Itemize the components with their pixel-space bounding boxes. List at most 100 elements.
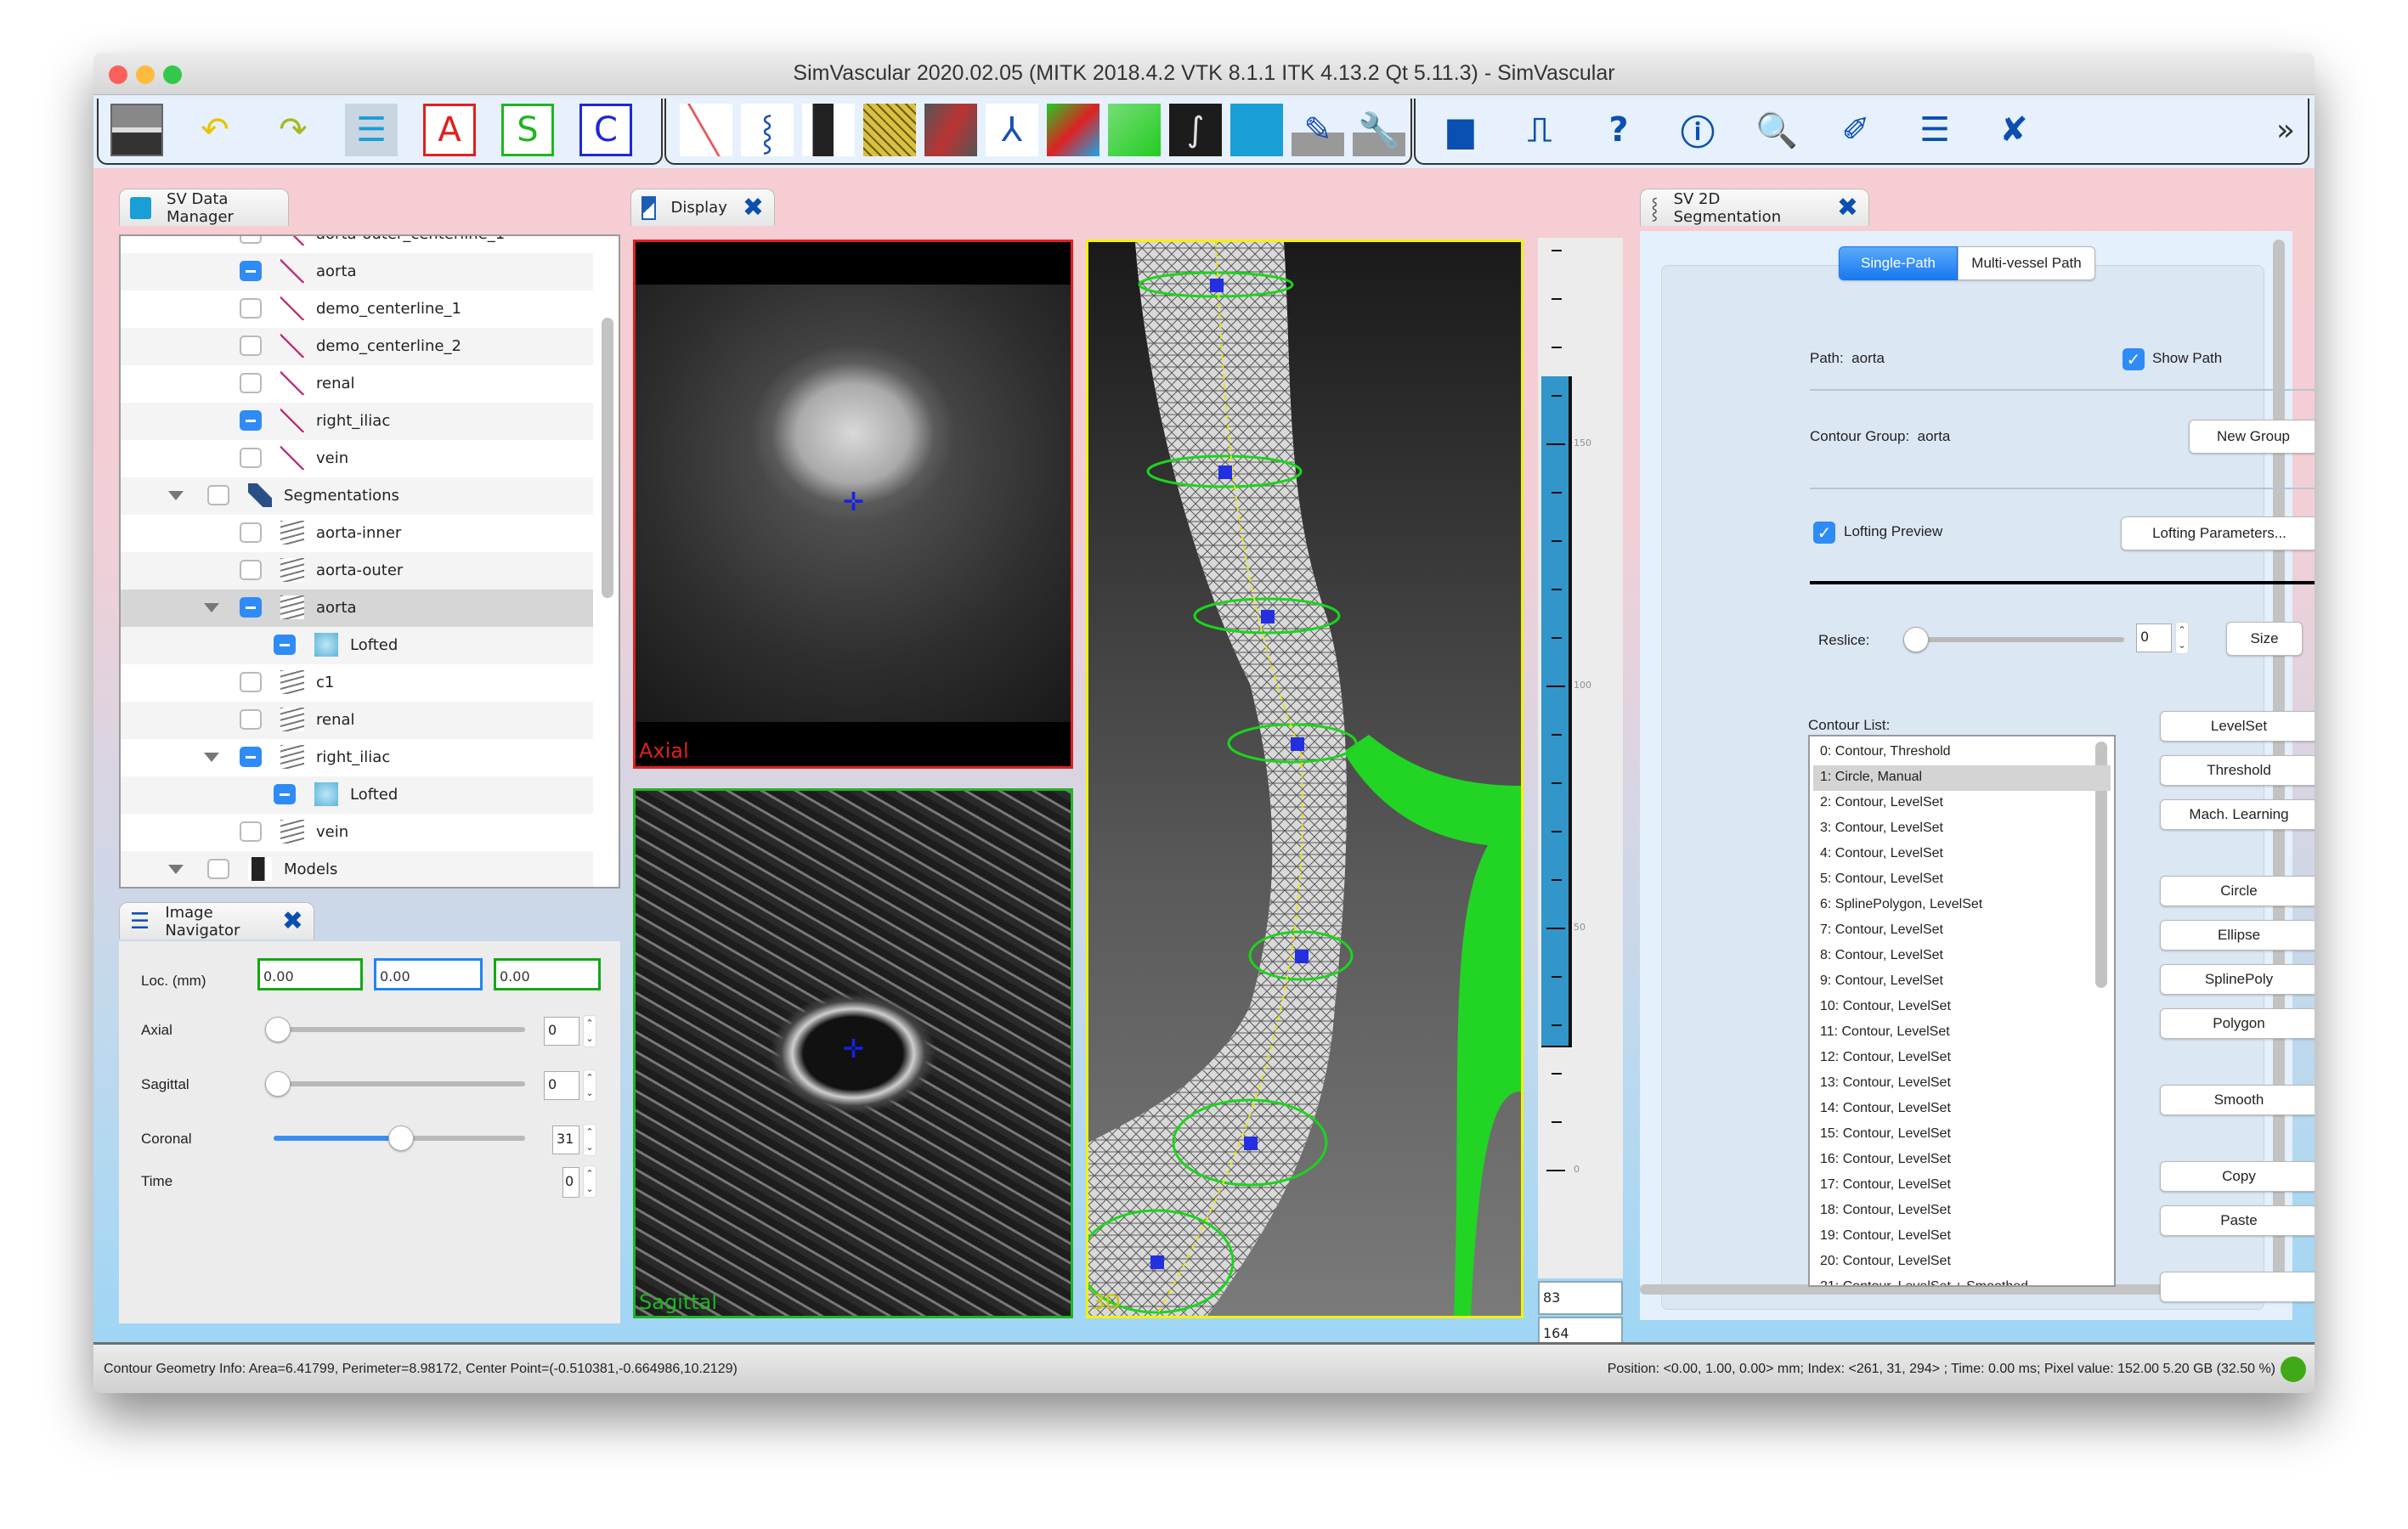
visibility-checkbox[interactable] [240, 560, 262, 580]
tree-row-right-iliac[interactable]: right_iliac [121, 403, 593, 440]
meshing-icon[interactable] [863, 104, 916, 156]
svfsi-icon[interactable] [1047, 104, 1099, 156]
reslice-spinbox[interactable]: 0 [2136, 623, 2172, 652]
contour-list-item[interactable]: 20: Contour, LevelSet [1813, 1250, 2111, 1275]
reslice-slider[interactable] [1912, 637, 2124, 642]
tree-row-models[interactable]: Models [121, 851, 593, 887]
tab-image-navigator[interactable]: ☰ Image Navigator ✖ [119, 902, 314, 939]
loc-y-input[interactable]: 0.00 [374, 958, 483, 990]
tree-row-aorta-outer[interactable]: aorta-outer [121, 552, 593, 590]
contour-list-item[interactable]: 3: Contour, LevelSet [1813, 816, 2111, 842]
data-manager-icon[interactable] [1230, 104, 1283, 156]
tree-row-lofted[interactable]: Lofted [121, 627, 593, 664]
contour-list-item[interactable]: 7: Contour, LevelSet [1813, 918, 2111, 944]
contour-list-item[interactable]: 1: Circle, Manual [1813, 765, 2111, 791]
undo-icon[interactable]: ↶ [189, 104, 241, 156]
ellipse-button[interactable]: Ellipse [2160, 920, 2315, 951]
contour-list-item[interactable]: 18: Contour, LevelSet [1813, 1199, 2111, 1224]
visibility-checkbox[interactable] [240, 522, 262, 543]
contour-list-item[interactable]: 15: Contour, LevelSet [1813, 1122, 2111, 1148]
expand-arrow-icon[interactable] [204, 603, 219, 612]
axial-slider-handle[interactable] [265, 1017, 291, 1042]
help-icon[interactable]: ? [1592, 104, 1645, 156]
expand-arrow-icon[interactable] [204, 753, 219, 762]
contour-list-item[interactable]: 17: Contour, LevelSet [1813, 1173, 2111, 1199]
tree-row-aorta[interactable]: aorta [121, 253, 593, 291]
contour-list-item[interactable]: 14: Contour, LevelSet [1813, 1097, 2111, 1122]
reslice-spin-arrows[interactable]: ⌃ ⌄ [2175, 622, 2189, 654]
contour-list-item[interactable]: 5: Contour, LevelSet [1813, 867, 2111, 893]
single-path-tab[interactable]: Single-Path [1839, 246, 1958, 280]
visibility-checkbox[interactable] [274, 784, 296, 804]
log-icon[interactable]: ☰ [1908, 104, 1961, 156]
tree-row-aorta[interactable]: aorta [121, 590, 593, 627]
contour-list[interactable]: 0: Contour, Threshold 1: Circle, Manual 2:… [1808, 735, 2116, 1287]
circle-button[interactable]: Circle [2160, 876, 2315, 906]
path-edit-icon[interactable]: ✎ [1292, 104, 1344, 156]
more-button-partial[interactable] [2160, 1272, 2315, 1302]
visibility-checkbox[interactable] [240, 236, 262, 244]
tool-icon[interactable]: 🔧 [1353, 104, 1405, 156]
level-window-widget[interactable]: 150 100 50 0 [1538, 238, 1623, 1278]
axial-spin-arrows[interactable]: ⌃ ⌄ [583, 1015, 596, 1047]
axial-slider[interactable] [274, 1027, 525, 1032]
axial-view-icon[interactable]: A [423, 104, 476, 156]
new-group-button[interactable]: New Group [2189, 420, 2315, 454]
coronal-spin-arrows[interactable]: ⌃ ⌄ [583, 1124, 596, 1156]
sagittal-slider-handle[interactable] [265, 1071, 291, 1097]
visibility-checkbox[interactable] [240, 821, 262, 842]
data-manager-tree[interactable]: aorta-outer_centerline_1aorta demo_center… [119, 234, 620, 889]
lofting-parameters-button[interactable]: Lofting Parameters... [2121, 516, 2315, 550]
visibility-checkbox[interactable] [207, 485, 229, 505]
contour-list-item[interactable]: 10: Contour, LevelSet [1813, 995, 2111, 1020]
settings-icon[interactable]: ✘ [1987, 104, 2040, 156]
visibility-checkbox[interactable] [240, 298, 262, 319]
level-input[interactable]: 83 [1538, 1281, 1623, 1315]
paste-button[interactable]: Paste [2160, 1205, 2315, 1236]
multi-vessel-path-tab[interactable]: Multi-vessel Path [1958, 246, 2095, 280]
coronal-view-icon[interactable]: C [579, 104, 632, 156]
contour-list-item[interactable]: 11: Contour, LevelSet [1813, 1020, 2111, 1046]
1d-simulation-icon[interactable]: ⅄ [986, 104, 1038, 156]
level-window-bar[interactable] [1541, 376, 1572, 1047]
tree-row-lofted[interactable]: Lofted [121, 776, 593, 814]
visibility-checkbox[interactable] [240, 261, 262, 281]
simulation-icon[interactable] [924, 104, 977, 156]
contour-list-item[interactable]: 16: Contour, LevelSet [1813, 1148, 2111, 1173]
coronal-slider-handle[interactable] [388, 1126, 415, 1151]
help-contents-icon[interactable]: ⓘ [1671, 104, 1724, 156]
time-spinbox[interactable]: 0 [562, 1167, 579, 1198]
close-icon[interactable]: ✖ [743, 195, 764, 221]
tree-row-renal[interactable]: renal [121, 365, 593, 403]
contour-list-item[interactable]: 21: Contour, LevelSet + Smoothed [1813, 1275, 2111, 1285]
tree-row-segmentations[interactable]: Segmentations [121, 477, 593, 515]
axial-spinbox[interactable]: 0 [544, 1017, 579, 1046]
visibility-checkbox[interactable] [240, 709, 262, 730]
contour-list-item[interactable]: 6: SplinePolygon, LevelSet [1813, 893, 2111, 918]
contour-list-item[interactable]: 2: Contour, LevelSet [1813, 791, 2111, 816]
visibility-checkbox[interactable] [240, 336, 262, 356]
redo-icon[interactable]: ↷ [267, 104, 319, 156]
copy-button[interactable]: Copy [2160, 1161, 2315, 1192]
levelset-button[interactable]: LevelSet [2160, 711, 2315, 742]
visibility-checkbox[interactable] [240, 373, 262, 393]
tree-row-vein[interactable]: vein [121, 440, 593, 477]
sagittal-spinbox[interactable]: 0 [544, 1071, 579, 1100]
tab-sv-2d-segmentation[interactable]: ⸾ SV 2D Segmentation ✖ [1640, 189, 1869, 226]
tab-sv-data-manager[interactable]: SV Data Manager [119, 189, 289, 226]
tree-row-demo-centerline-1[interactable]: demo_centerline_1 [121, 291, 593, 328]
expand-arrow-icon[interactable] [168, 865, 184, 874]
lofting-preview-checkbox[interactable]: ✓ [1813, 522, 1835, 544]
tab-display[interactable]: Display ✖ [630, 189, 775, 226]
threshold-button[interactable]: Threshold [2160, 755, 2315, 786]
expand-arrow-icon[interactable] [168, 491, 184, 500]
segmentation-icon[interactable]: ⸾ [741, 104, 794, 156]
tree-row-aorta-inner[interactable]: aorta-inner [121, 515, 593, 552]
contour-list-item[interactable]: 4: Contour, LevelSet [1813, 842, 2111, 867]
image-navigator-icon[interactable]: ☰ [345, 104, 398, 156]
visibility-checkbox[interactable] [240, 747, 262, 767]
contour-list-item[interactable]: 19: Contour, LevelSet [1813, 1224, 2111, 1250]
rom-icon[interactable] [1108, 104, 1161, 156]
axial-view[interactable]: ✛ Axial [633, 240, 1073, 769]
modeling-icon[interactable] [802, 104, 855, 156]
